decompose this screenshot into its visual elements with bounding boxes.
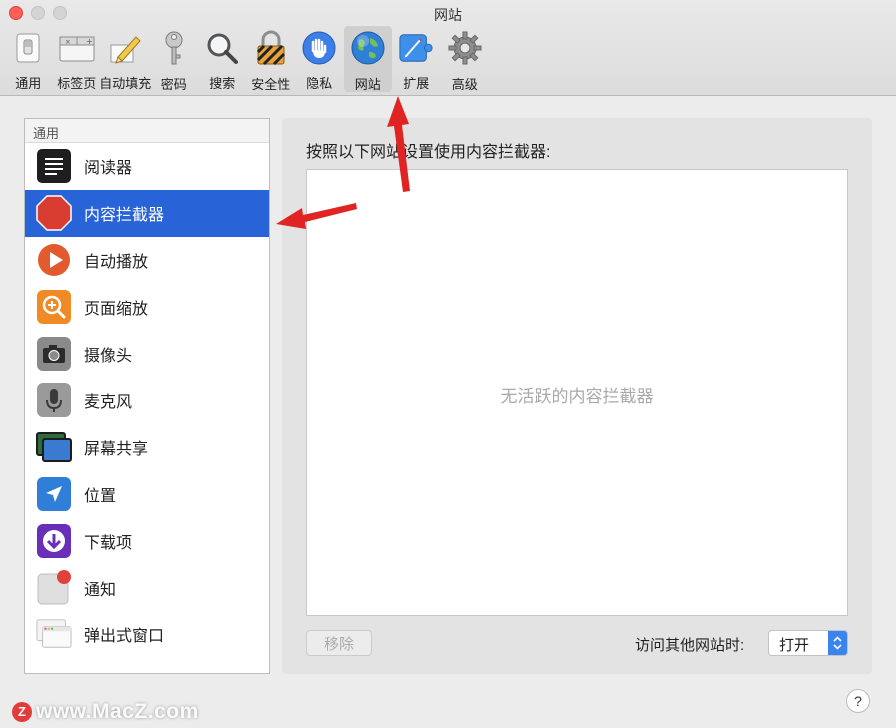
sidebar-item-label: 阅读器 bbox=[84, 160, 133, 178]
gear-icon bbox=[447, 30, 483, 66]
svg-text:×: × bbox=[65, 38, 71, 46]
watermark-badge: Z bbox=[12, 702, 32, 722]
empty-state-text: 无活跃的内容拦截器 bbox=[500, 387, 654, 406]
window-title: 网站 bbox=[434, 7, 462, 23]
toolbar-security[interactable]: 安全性 bbox=[247, 26, 296, 92]
sidebar-item-camera[interactable]: 摄像头 bbox=[25, 330, 269, 377]
sidebar-item-screen-sharing[interactable]: 屏幕共享 bbox=[25, 424, 269, 471]
sidebar-item-label: 自动播放 bbox=[84, 253, 149, 271]
download-icon bbox=[36, 523, 72, 559]
reader-icon bbox=[36, 148, 72, 184]
toolbar-passwords[interactable]: 密码 bbox=[150, 26, 199, 92]
toolbar-advanced[interactable]: 高级 bbox=[441, 26, 490, 92]
help-button[interactable]: ? bbox=[846, 689, 870, 713]
remove-button[interactable]: 移除 bbox=[306, 630, 372, 656]
toolbar-general[interactable]: 通用 bbox=[4, 26, 53, 92]
toolbar-label: 密码 bbox=[160, 77, 187, 92]
sidebar-item-label: 页面缩放 bbox=[84, 300, 149, 318]
sidebar-item-label: 通知 bbox=[84, 581, 117, 599]
zoom-icon bbox=[36, 289, 72, 325]
sidebar-item-label: 下载项 bbox=[84, 534, 133, 552]
tabs-icon: × + bbox=[59, 30, 95, 65]
sidebar-item-pop-up-windows[interactable]: 弹出式窗口 bbox=[25, 611, 269, 658]
popup-window-icon bbox=[36, 616, 72, 652]
toolbar-tabs[interactable]: × + 标签页 bbox=[53, 26, 102, 92]
pencil-icon bbox=[107, 30, 143, 65]
stop-icon bbox=[36, 195, 72, 231]
sidebar-item-content-blockers[interactable]: 内容拦截器 bbox=[25, 189, 269, 237]
sidebar-item-auto-play[interactable]: 自动播放 bbox=[25, 237, 269, 284]
select-stepper-icon bbox=[828, 631, 847, 655]
sidebar-item-location[interactable]: 位置 bbox=[25, 471, 269, 518]
toolbar-label: 扩展 bbox=[403, 76, 430, 91]
toolbar-label: 搜索 bbox=[209, 76, 236, 91]
sidebar-item-label: 位置 bbox=[84, 487, 117, 505]
other-websites-select[interactable]: 打开 bbox=[768, 630, 848, 656]
hand-icon bbox=[301, 30, 337, 65]
content-blockers-panel: 按照以下网站设置使用内容拦截器: 无活跃的内容拦截器 移除 访问其他网站时: 打… bbox=[282, 118, 872, 674]
toolbar-search[interactable]: 搜索 bbox=[198, 26, 247, 92]
panel-title: 按照以下网站设置使用内容拦截器: bbox=[306, 144, 551, 161]
site-watermark: Z www.MacZ.com bbox=[12, 700, 199, 724]
window-titlebar: 网站 通用 × + 标签页 自动填充 密码 搜索 安全性 隐私 网站 扩展 高级 bbox=[0, 0, 896, 96]
toolbar-label: 通用 bbox=[15, 76, 42, 91]
sidebar-item-label: 屏幕共享 bbox=[84, 441, 149, 459]
toolbar-privacy[interactable]: 隐私 bbox=[295, 26, 344, 92]
puzzle-icon bbox=[398, 30, 434, 65]
toolbar-autofill[interactable]: 自动填充 bbox=[99, 26, 152, 92]
toolbar-label: 标签页 bbox=[57, 76, 97, 91]
sidebar-item-label: 内容拦截器 bbox=[84, 207, 165, 225]
sidebar-item-page-zoom[interactable]: 页面缩放 bbox=[25, 283, 269, 330]
select-value: 打开 bbox=[779, 637, 810, 654]
lock-icon bbox=[253, 30, 289, 66]
toolbar-extensions[interactable]: 扩展 bbox=[392, 26, 441, 92]
camera-icon bbox=[36, 336, 72, 372]
microphone-icon bbox=[36, 382, 72, 418]
sidebar-item-label: 摄像头 bbox=[84, 347, 133, 365]
other-websites-label: 访问其他网站时: bbox=[635, 637, 745, 654]
toolbar-label: 高级 bbox=[451, 77, 478, 92]
sidebar-item-label: 麦克风 bbox=[84, 394, 133, 412]
sidebar-item-notifications[interactable]: 通知 bbox=[25, 564, 269, 611]
screen-share-icon bbox=[36, 429, 72, 465]
key-icon bbox=[156, 30, 192, 66]
toolbar-websites[interactable]: 网站 bbox=[343, 26, 392, 92]
search-icon bbox=[204, 30, 240, 65]
toolbar-label: 隐私 bbox=[306, 76, 333, 91]
switch-icon bbox=[10, 30, 46, 65]
configured-websites-table[interactable]: 无活跃的内容拦截器 bbox=[306, 169, 848, 616]
sidebar-item-reader[interactable]: 阅读器 bbox=[25, 143, 269, 190]
svg-text:+: + bbox=[86, 37, 93, 46]
toolbar-label: 安全性 bbox=[251, 77, 291, 92]
notification-icon bbox=[36, 569, 72, 606]
toolbar-label: 自动填充 bbox=[99, 76, 152, 91]
sidebar-item-downloads[interactable]: 下载项 bbox=[25, 517, 269, 564]
website-settings-list: 通用 阅读器 内容拦截器 自动播放 页面缩放 摄像头 麦克风 屏幕共享 位置 下… bbox=[24, 118, 270, 674]
globe-icon bbox=[350, 30, 386, 66]
preferences-toolbar: 通用 × + 标签页 自动填充 密码 搜索 安全性 隐私 网站 扩展 高级 bbox=[4, 26, 489, 92]
sidebar-item-microphone[interactable]: 麦克风 bbox=[25, 377, 269, 424]
location-icon bbox=[36, 476, 72, 512]
play-icon bbox=[36, 242, 72, 278]
sidebar-item-label: 弹出式窗口 bbox=[84, 628, 165, 646]
list-section-header: 通用 bbox=[25, 119, 269, 143]
watermark-text: www.MacZ.com bbox=[36, 700, 199, 723]
toolbar-label: 网站 bbox=[354, 77, 381, 92]
